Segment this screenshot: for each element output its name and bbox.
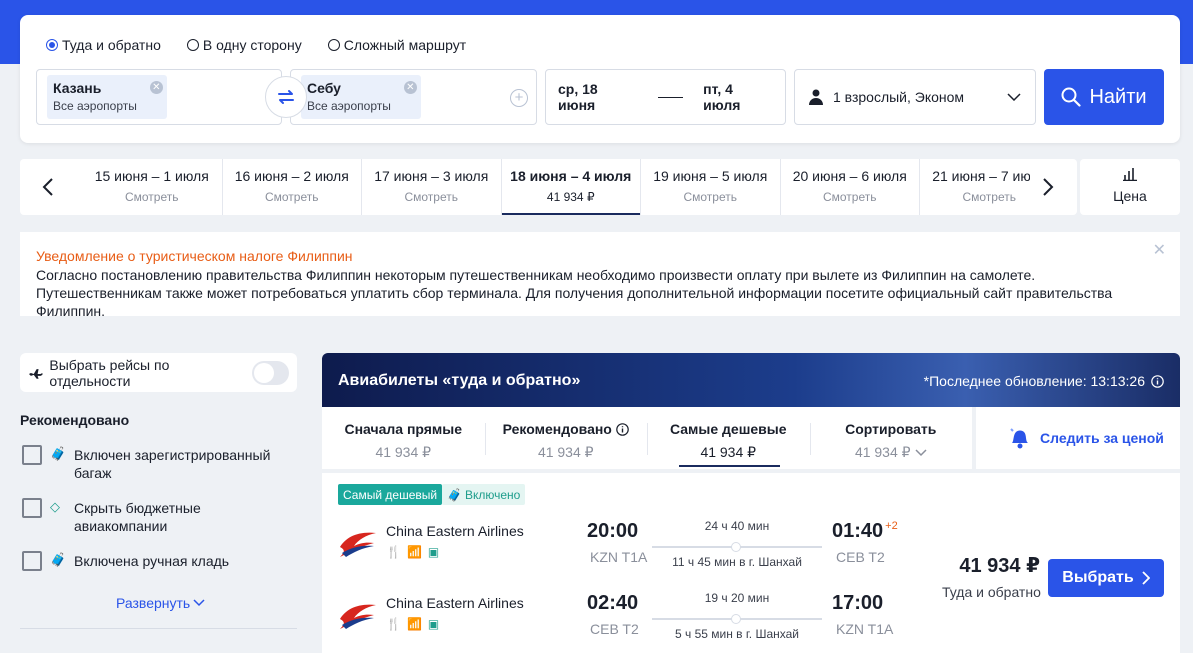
tab-recommended[interactable]: Рекомендовано 41 934 ₽ (484, 407, 648, 469)
checkbox[interactable] (22, 498, 42, 518)
tab-sort-dropdown[interactable]: Сортировать 41 934 ₽ (809, 407, 973, 469)
tax-notice: Уведомление о туристическом налоге Филип… (20, 232, 1180, 319)
last-updated: *Последнее обновление: 13:13:26 (924, 373, 1164, 389)
filter-hide-budget[interactable]: ◇ Скрыть бюджетные авиакомпании (22, 498, 284, 535)
badge-baggage: 🧳 Включено (442, 484, 526, 505)
wifi-icon: 📶 (406, 545, 422, 559)
carry-on-icon: 🧳 (50, 552, 67, 567)
radio-icon (186, 39, 199, 51)
flight-card[interactable]: Самый дешевый 🧳 Включено China Eastern A… (322, 473, 1180, 653)
passengers-field[interactable]: 1 взрослый, Эконом (794, 69, 1036, 125)
destination-chip: Себу Все аэропорты ✕ (301, 75, 421, 119)
clear-destination-icon[interactable]: ✕ (403, 81, 417, 94)
clear-origin-icon[interactable]: ✕ (149, 81, 163, 94)
tab-cheapest[interactable]: Самые дешевые 41 934 ₽ (647, 407, 810, 469)
price: 41 934 ₽ (959, 555, 1040, 577)
swap-button[interactable] (265, 76, 307, 118)
price-chart-button[interactable]: Цена (1080, 159, 1180, 215)
checkbox[interactable] (22, 551, 42, 571)
return-segment: China Eastern Airlines 🍴 📶 ▣ 02:40 CEB T2 … (322, 589, 922, 649)
amenities: 🍴 📶 ▣ (386, 545, 439, 559)
date-option[interactable]: 17 июня – 3 июля Смотреть (361, 159, 501, 215)
amenities: 🍴 📶 ▣ (386, 617, 439, 631)
results-header: Авиабилеты «туда и обратно» *Последнее о… (322, 353, 1180, 407)
date-separator (657, 96, 684, 98)
tag-icon: ◇ (50, 499, 60, 514)
track-price-button[interactable]: Следить за ценой (976, 407, 1180, 469)
bell-icon (1010, 428, 1028, 449)
sort-tabs: Сначала прямые 41 934 ₽ Рекомендовано 41… (322, 407, 972, 469)
date-options: 15 июня – 1 июля Смотреть 16 июня – 2 июл… (82, 159, 1030, 215)
wifi-icon: 📶 (406, 617, 422, 631)
screen-icon: ▣ (427, 617, 440, 631)
dates-field[interactable]: ср, 18 июня пт, 4 июля (545, 69, 786, 125)
price-note: Туда и обратно (942, 584, 1041, 600)
separate-flights-toggle[interactable] (252, 360, 289, 385)
price-block: 41 934 ₽ Туда и обратно (942, 553, 1041, 600)
chevron-right-icon (1142, 571, 1150, 585)
filter-checked-baggage[interactable]: 🧳 Включен зарегистрированный багаж (22, 445, 284, 482)
plane-icon (28, 368, 43, 379)
date-option[interactable]: 21 июня – 7 июляСмотреть (919, 159, 1030, 215)
search-panel: Туда и обратно В одну сторону Сложный ма… (20, 15, 1180, 143)
add-destination-icon[interactable]: + (510, 89, 528, 107)
date-option[interactable]: 20 июня – 6 июля Смотреть (779, 159, 920, 215)
origin-field[interactable]: Казань Все аэропорты ✕ (36, 69, 282, 125)
badge-cheapest: Самый дешевый (338, 484, 443, 505)
divider (20, 628, 297, 629)
date-option[interactable]: 15 июня – 1 июля Смотреть (82, 159, 222, 215)
screen-icon: ▣ (427, 545, 440, 559)
meal-icon: 🍴 (386, 617, 401, 631)
filter-carry-on[interactable]: 🧳 Включена ручная кладь (22, 551, 284, 571)
date-next-button[interactable] (1028, 159, 1068, 215)
trip-type-oneway[interactable]: В одну сторону (186, 37, 302, 53)
trip-type-multicity[interactable]: Сложный маршрут (327, 37, 466, 53)
notice-body: Согласно постановлению правительства Фил… (36, 267, 1113, 319)
route-line (652, 541, 822, 553)
date-strip: 15 июня – 1 июля Смотреть 16 июня – 2 июл… (20, 159, 1077, 215)
close-icon[interactable]: ✕ (1153, 240, 1166, 260)
meal-icon: 🍴 (386, 545, 401, 559)
chevron-down-icon (1007, 93, 1021, 101)
results-title: Авиабилеты «туда и обратно» (338, 372, 581, 389)
info-icon[interactable] (616, 422, 629, 436)
date-prev-button[interactable] (28, 159, 68, 215)
search-icon (1061, 87, 1082, 107)
separate-flights-toggle-row: Выбрать рейсы по отдельности (20, 353, 297, 392)
recommended-title: Рекомендовано (20, 412, 130, 428)
trip-type-roundtrip[interactable]: Туда и обратно (46, 37, 161, 53)
bar-chart-icon (1123, 168, 1137, 182)
chevron-down-icon (915, 448, 927, 456)
date-option-selected[interactable]: 18 июня – 4 июля 41 934 ₽ (500, 159, 641, 215)
china-eastern-logo-icon (340, 604, 376, 629)
info-icon[interactable] (1151, 374, 1164, 388)
destination-field[interactable]: Себу Все аэропорты ✕ + (290, 69, 537, 125)
expand-filters-link[interactable]: Развернуть (116, 595, 205, 611)
person-icon (809, 89, 823, 105)
chevron-right-icon (1043, 178, 1054, 196)
radio-icon (327, 39, 340, 51)
route-line (652, 613, 822, 625)
luggage-icon: 🧳 (50, 446, 67, 461)
china-eastern-logo-icon (340, 532, 376, 557)
chevron-left-icon (42, 178, 53, 196)
checkbox[interactable] (22, 445, 42, 465)
chevron-down-icon (193, 599, 205, 607)
find-button[interactable]: Найти (1044, 69, 1164, 125)
origin-chip: Казань Все аэропорты ✕ (47, 75, 167, 119)
date-option[interactable]: 16 июня – 2 июля Смотреть (221, 159, 362, 215)
outbound-segment: China Eastern Airlines 🍴 📶 ▣ 20:00 KZN T1A… (322, 517, 922, 577)
radio-checked-icon (46, 39, 58, 51)
date-option[interactable]: 19 июня – 5 июля Смотреть (640, 159, 780, 215)
luggage-icon: 🧳 (447, 487, 462, 502)
select-button[interactable]: Выбрать (1048, 559, 1164, 597)
tab-direct-first[interactable]: Сначала прямые 41 934 ₽ (322, 407, 485, 469)
notice-title: Уведомление о туристическом налоге Филип… (36, 248, 353, 264)
trip-type-group: Туда и обратно В одну сторону Сложный ма… (46, 37, 466, 53)
swap-icon (278, 90, 294, 104)
